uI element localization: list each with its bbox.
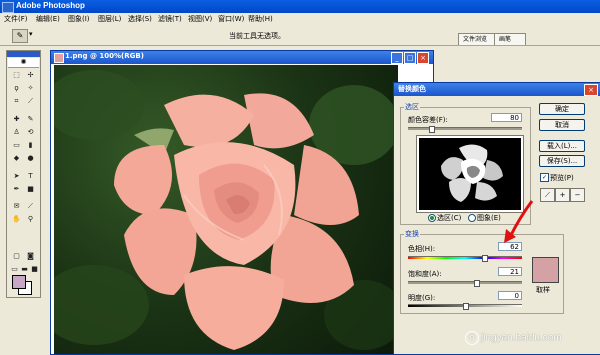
app-title: Adobe Photoshop — [16, 1, 85, 10]
document-title-bar[interactable]: 1.png @ 100%(RGB) _ □ × — [51, 51, 433, 64]
dialog-close-button[interactable]: × — [584, 84, 598, 96]
watermark: ✿ jingyan.baidu.com — [465, 331, 562, 345]
maximize-button[interactable]: □ — [404, 52, 416, 64]
eyedropper-plus-button[interactable]: + — [555, 188, 570, 202]
ok-button[interactable]: 确定 — [539, 103, 585, 115]
load-button[interactable]: 载入(L)... — [539, 140, 585, 152]
menu-filter[interactable]: 滤镜(T) — [158, 14, 182, 24]
close-button[interactable]: × — [417, 52, 429, 64]
annotation-arrow — [504, 200, 534, 243]
dialog-title-bar[interactable]: 替换颜色 × — [394, 83, 600, 96]
document-window: 1.png @ 100%(RGB) _ □ × — [50, 50, 434, 355]
lightness-label: 明度(G): — [408, 294, 436, 302]
eyedropper-button[interactable]: ⟋ — [540, 188, 555, 202]
type-icon[interactable]: T — [24, 171, 37, 182]
move-icon[interactable]: ✢ — [24, 70, 37, 81]
menu-help[interactable]: 帮助(H) — [248, 14, 273, 24]
sample-color-swatch[interactable] — [532, 257, 559, 283]
magic-wand-icon[interactable]: ✧ — [24, 83, 37, 94]
preview-checkbox-label[interactable]: 预览(P) — [550, 173, 574, 183]
eyedropper-tool-icon[interactable]: ⟋ — [24, 201, 37, 212]
blur-icon[interactable]: ◆ — [10, 153, 23, 164]
crop-icon[interactable]: ⌗ — [10, 96, 23, 107]
foreground-color-swatch[interactable] — [12, 275, 26, 289]
menu-file[interactable]: 文件(F) — [4, 14, 28, 24]
history-brush-icon[interactable]: ⟲ — [24, 127, 37, 138]
hue-label: 色相(H): — [408, 245, 436, 253]
sample-label: 取样 — [536, 286, 550, 294]
photoshop-icon — [2, 2, 14, 13]
menu-edit[interactable]: 编辑(E) — [36, 14, 60, 24]
selection-radio-label[interactable]: 选区(C) — [437, 213, 461, 223]
minimize-button[interactable]: _ — [391, 52, 403, 64]
transform-group-label: 变换 — [404, 229, 420, 239]
fuzziness-slider-thumb[interactable] — [428, 126, 435, 133]
toolbox-logo-icon[interactable]: ✺ — [8, 58, 39, 68]
quick-mask-icon[interactable]: ◙ — [24, 251, 37, 262]
zoom-icon[interactable]: ⚲ — [24, 214, 37, 225]
fuzziness-slider[interactable] — [408, 127, 522, 130]
lightness-slider-thumb[interactable] — [463, 303, 469, 310]
standard-mode-icon[interactable]: ▢ — [10, 251, 23, 262]
saturation-label: 饱和度(A): — [408, 270, 442, 278]
save-button[interactable]: 保存(S)... — [539, 155, 585, 167]
screen-mode-full-icon[interactable]: ■ — [28, 264, 41, 275]
brush-icon[interactable]: ✎ — [24, 114, 37, 125]
saturation-input[interactable]: 21 — [498, 267, 522, 276]
preview-checkbox[interactable]: ✓ — [540, 173, 549, 182]
hue-slider[interactable] — [408, 256, 522, 259]
toolbox: ✺ ⬚ ✢ ϙ ✧ ⌗ ⟋ ✚ ✎ ♙ ⟲ ▭ ▮ ◆ ● ➤ T ✒ ■ ✉ … — [6, 50, 41, 298]
cancel-button[interactable]: 取消 — [539, 119, 585, 131]
rose-image — [54, 70, 398, 350]
notes-icon[interactable]: ✉ — [10, 201, 23, 212]
marquee-icon[interactable]: ⬚ — [10, 70, 23, 81]
document-title: 1.png @ 100%(RGB) — [65, 52, 144, 60]
gradient-icon[interactable]: ▮ — [24, 140, 37, 151]
fuzziness-label: 颜色容差(F): — [408, 116, 448, 124]
app-title-bar: Adobe Photoshop — [0, 0, 600, 13]
watermark-text: jingyan.baidu.com — [481, 332, 562, 344]
menu-view[interactable]: 视图(V) — [188, 14, 212, 24]
document-icon — [54, 53, 64, 63]
selection-radio[interactable] — [428, 214, 436, 222]
eyedropper-icon[interactable]: ✎ — [12, 29, 28, 43]
lasso-icon[interactable]: ϙ — [10, 83, 23, 94]
pen-icon[interactable]: ✒ — [10, 184, 23, 195]
toolbox-header[interactable] — [7, 51, 40, 57]
stamp-icon[interactable]: ♙ — [10, 127, 23, 138]
menu-select[interactable]: 选择(S) — [128, 14, 152, 24]
path-select-icon[interactable]: ➤ — [10, 171, 23, 182]
shape-icon[interactable]: ■ — [24, 184, 37, 195]
eyedropper-minus-button[interactable]: − — [570, 188, 585, 202]
fuzziness-input[interactable]: 80 — [491, 113, 522, 122]
hand-icon[interactable]: ✋ — [10, 214, 23, 225]
selection-group-label: 选区 — [404, 102, 420, 112]
saturation-slider[interactable] — [408, 281, 522, 284]
hue-slider-thumb[interactable] — [482, 255, 489, 262]
chevron-down-icon[interactable]: ▾ — [29, 30, 33, 38]
tab-brushes[interactable]: 画笔 — [494, 33, 526, 45]
options-status-text: 当前工具无选项。 — [229, 32, 285, 40]
menu-layer[interactable]: 图层(L) — [98, 14, 121, 24]
rose-photo — [54, 65, 398, 354]
dialog-title: 替换颜色 — [398, 85, 426, 93]
menu-window[interactable]: 窗口(W) — [218, 14, 244, 24]
dodge-icon[interactable]: ● — [24, 153, 37, 164]
saturation-slider-thumb[interactable] — [474, 280, 481, 287]
menu-image[interactable]: 图象(I) — [68, 14, 90, 24]
options-bar: ✎ ▾ 当前工具无选项。 文件浏览 画笔 — [0, 25, 600, 46]
lightness-input[interactable]: 0 — [498, 291, 522, 300]
paw-icon: ✿ — [465, 331, 479, 345]
healing-brush-icon[interactable]: ✚ — [10, 114, 23, 125]
slice-icon[interactable]: ⟋ — [24, 96, 37, 107]
eraser-icon[interactable]: ▭ — [10, 140, 23, 151]
image-radio[interactable] — [468, 214, 476, 222]
